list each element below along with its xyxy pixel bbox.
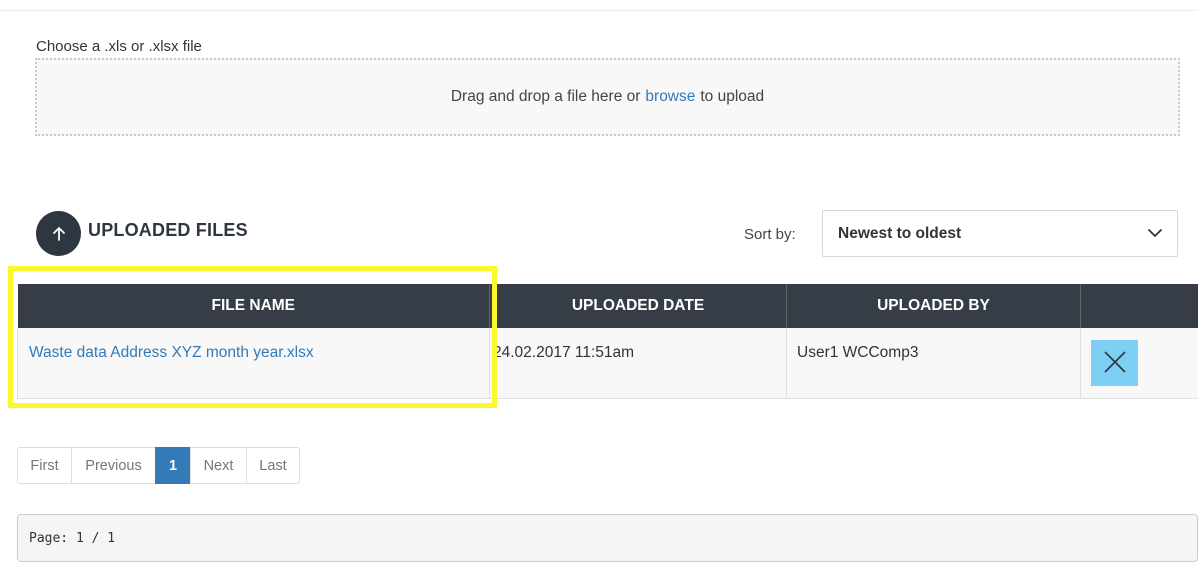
upload-label: Choose a .xls or .xlsx file: [36, 38, 202, 55]
uploaded-by-cell: User1 WCComp3: [786, 328, 1081, 399]
sort-select[interactable]: Newest to oldest: [822, 210, 1178, 257]
pagination-first[interactable]: First: [17, 447, 72, 484]
section-title: UPLOADED FILES: [88, 220, 248, 240]
chevron-down-icon: [1147, 225, 1163, 243]
delete-file-button[interactable]: [1091, 340, 1138, 386]
pagination-previous[interactable]: Previous: [71, 447, 156, 484]
pagination-next[interactable]: Next: [190, 447, 247, 484]
column-header-uploaded-by[interactable]: UPLOADED BY: [786, 284, 1081, 328]
sort-selected-value: Newest to oldest: [838, 224, 962, 242]
uploaded-files-header: UPLOADED FILES: [36, 211, 248, 256]
dropzone-text-before: Drag and drop a file here or: [450, 88, 641, 105]
close-icon: [1103, 350, 1127, 377]
dropzone-text-after: to upload: [700, 88, 765, 105]
file-name-link[interactable]: Waste data Address XYZ month year.xlsx: [29, 344, 314, 361]
actions-cell: [1080, 328, 1198, 399]
column-header-file-name[interactable]: FILE NAME: [17, 284, 490, 328]
pagination: First Previous 1 Next Last: [17, 447, 300, 484]
sort-label: Sort by:: [744, 226, 796, 243]
column-header-actions: [1080, 284, 1198, 328]
arrow-up-icon: [36, 211, 81, 256]
uploaded-files-table: FILE NAME UPLOADED DATE UPLOADED BY Wast…: [17, 284, 1198, 399]
top-divider: [0, 10, 1198, 11]
pagination-page-1[interactable]: 1: [155, 447, 191, 484]
file-dropzone[interactable]: Drag and drop a file here or browse to u…: [35, 58, 1180, 136]
column-header-uploaded-date[interactable]: UPLOADED DATE: [489, 284, 787, 328]
table-row: Waste data Address XYZ month year.xlsx 2…: [17, 328, 1198, 399]
file-name-cell: Waste data Address XYZ month year.xlsx: [17, 328, 490, 399]
page-info: Page: 1 / 1: [17, 514, 1198, 562]
pagination-last[interactable]: Last: [246, 447, 300, 484]
table-header-row: FILE NAME UPLOADED DATE UPLOADED BY: [17, 284, 1198, 328]
uploaded-date-cell: 24.02.2017 11:51am: [489, 328, 787, 399]
browse-link[interactable]: browse: [645, 88, 695, 106]
